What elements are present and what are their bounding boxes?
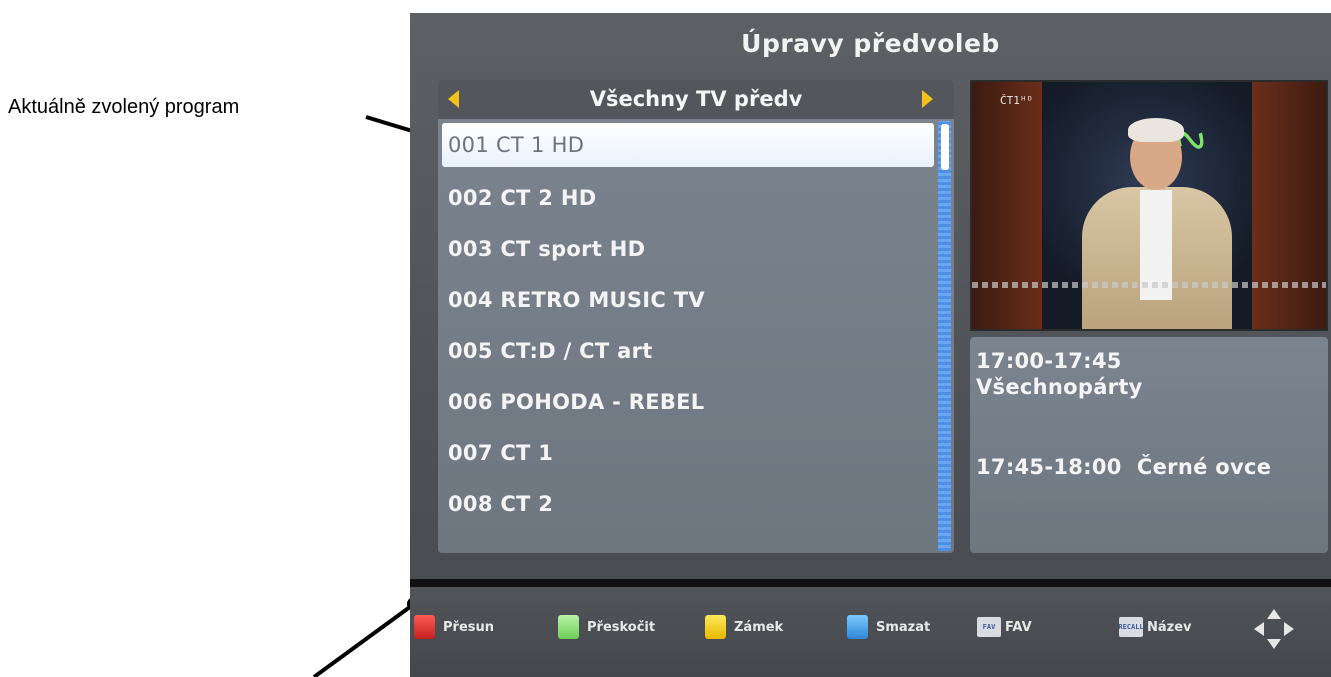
dpad-arrows-icon [1254,609,1294,649]
key-lock-label: Zámek [734,619,784,635]
channel-row[interactable]: 005 CT:D / CT art [438,327,934,378]
preview-curtain-right [1252,82,1326,329]
key-delete-label: Smazat [876,619,931,635]
list-header: Všechny TV předv [438,80,954,119]
preview-curtain-left [972,82,1042,329]
channel-list-panel: Všechny TV předv 001 CT 1 HD 002 CT 2 HD… [438,80,954,553]
key-name-label: Název [1147,619,1192,635]
fav-key-icon: FAV [977,617,1001,637]
key-lock[interactable]: Zámek [705,615,783,639]
channel-row[interactable]: 007 CT 1 [438,429,934,480]
epg-next: 17:45-18:00 Černé ovce [976,455,1272,479]
list-group-label: Všechny TV předv [589,87,803,111]
key-fav-label: FAV [1005,619,1032,635]
video-preview: ∿ ČT1ᴴᴰ [970,80,1328,331]
footer-key-legend: Přesun Přeskočit Zámek Smazat FAV FAV RE… [410,587,1331,677]
key-delete[interactable]: Smazat [847,615,930,639]
key-fav[interactable]: FAV FAV [977,615,1032,639]
key-move[interactable]: Přesun [414,615,494,639]
key-skip[interactable]: Přeskočit [558,615,655,639]
key-name[interactable]: RECALL Název [1118,615,1192,639]
arrow-left-icon[interactable] [448,90,459,108]
green-key-icon [558,615,579,639]
preview-presenter-hair [1128,118,1184,142]
channel-row[interactable]: 008 CT 2 [438,480,934,531]
red-key-icon [414,615,435,639]
channel-logo: ČT1ᴴᴰ [1000,94,1034,107]
yellow-key-icon [705,615,726,639]
epg-now-time: 17:00-17:45 [976,349,1122,373]
blue-key-icon [847,615,868,639]
channel-row[interactable]: 004 RETRO MUSIC TV [438,276,934,327]
epg-info-panel: 17:00-17:45 Všechnopárty 17:45-18:00 Čer… [970,337,1328,553]
scrollbar-thumb[interactable] [941,124,949,170]
channel-row[interactable]: 006 POHODA - REBEL [438,378,934,429]
tv-screen: Úpravy předvoleb Všechny TV předv 001 CT… [410,13,1331,677]
key-move-label: Přesun [443,619,495,635]
scrollbar[interactable] [938,121,951,551]
channel-row[interactable]: 003 CT sport HD [438,225,934,276]
annotation-label: Aktuálně zvolený program [8,96,240,118]
channel-row-selected[interactable]: 001 CT 1 HD [442,123,934,167]
preview-ticker [972,282,1326,288]
channel-row[interactable]: 002 CT 2 HD [438,174,934,225]
epg-now-title: Všechnopárty [976,375,1143,399]
channel-rows: 001 CT 1 HD 002 CT 2 HD 003 CT sport HD … [438,123,934,531]
recall-key-icon: RECALL [1118,617,1144,637]
footer-divider [410,579,1331,587]
key-skip-label: Přeskočit [587,619,656,635]
arrow-right-icon[interactable] [922,90,933,108]
screen-title: Úpravy předvoleb [741,29,1000,58]
